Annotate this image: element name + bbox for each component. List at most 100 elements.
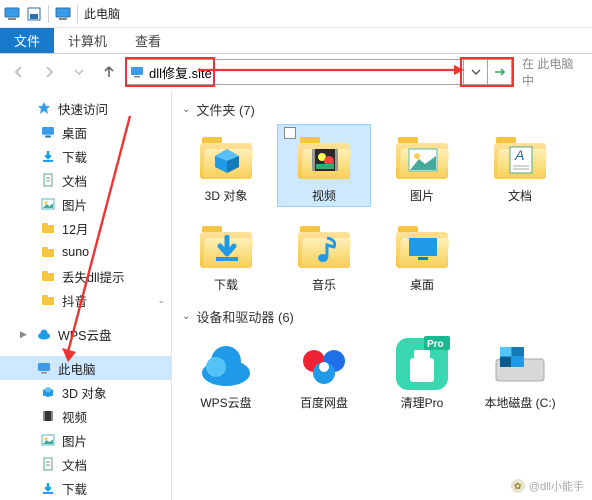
nav-forward-button[interactable] <box>36 59 62 85</box>
folder-item-document[interactable]: A 文档 <box>474 125 566 206</box>
drive-item-disk[interactable]: 本地磁盘 (C:) <box>474 332 566 413</box>
sidebar-item-label: 抖音 <box>62 291 87 310</box>
address-input[interactable] <box>147 60 463 84</box>
group-label: 文件夹 (7) <box>196 100 255 119</box>
sidebar-item-label: 下载 <box>62 479 87 498</box>
item-label: 下载 <box>182 276 270 293</box>
sidebar-item-suno[interactable]: suno <box>0 240 171 264</box>
window-title: 此电脑 <box>84 5 120 22</box>
sidebar-item-label: 12月 <box>62 219 88 238</box>
svg-text:A: A <box>514 147 524 163</box>
folder-icon <box>40 244 56 260</box>
star-icon <box>36 100 52 116</box>
sidebar-quick-access[interactable]: 快速访问 <box>0 96 171 120</box>
pc-icon <box>127 65 147 79</box>
sidebar-item-label: 文档 <box>62 171 87 190</box>
tab-file[interactable]: 文件 <box>0 28 54 53</box>
item-label: 桌面 <box>378 276 466 293</box>
watermark: ✿ @dll小能手 <box>511 478 584 494</box>
item-label: 图片 <box>378 187 466 204</box>
folder-item-download[interactable]: 下载 <box>180 214 272 295</box>
sidebar-item-图片[interactable]: 图片 <box>0 192 171 216</box>
sidebar-item-label: 此电脑 <box>58 359 96 378</box>
folder-icon <box>40 268 56 284</box>
item-label: 音乐 <box>280 276 368 293</box>
sidebar-item-3D 对象[interactable]: 3D 对象 <box>0 380 171 404</box>
desktop-icon <box>40 124 56 140</box>
sidebar-item-文档[interactable]: 文档 <box>0 452 171 476</box>
sidebar-item-label: 丢失dll提示 <box>62 267 125 286</box>
group-header-drives[interactable]: ⌄ 设备和驱动器 (6) <box>182 307 584 326</box>
nav-history-dropdown[interactable] <box>66 59 92 85</box>
tab-view[interactable]: 查看 <box>121 28 175 53</box>
sidebar-item-图片[interactable]: 图片 <box>0 428 171 452</box>
sidebar-item-桌面[interactable]: 桌面 <box>0 120 171 144</box>
sidebar-item-label: 3D 对象 <box>62 383 106 402</box>
pc-icon <box>4 6 20 22</box>
item-label: 清理Pro <box>378 394 466 411</box>
item-label: 文档 <box>476 187 564 204</box>
sidebar-item-丢失dll提示[interactable]: 丢失dll提示 <box>0 264 171 288</box>
sidebar-item-下载[interactable]: 下载 <box>0 476 171 500</box>
sidebar-item-label: 图片 <box>62 195 87 214</box>
folder-item-music[interactable]: 音乐 <box>278 214 370 295</box>
sidebar-wps[interactable]: ▶ WPS云盘 <box>0 322 171 346</box>
address-dropdown-button[interactable] <box>463 60 487 84</box>
nav-back-button[interactable] <box>6 59 32 85</box>
window-titlebar: 此电脑 <box>0 0 592 28</box>
picture-folder-icon <box>392 129 452 185</box>
chevron-down-icon: ⌄ <box>182 104 190 115</box>
disk-icon <box>490 336 550 392</box>
folder-icon <box>40 292 56 308</box>
sidebar-item-label: 下载 <box>62 147 87 166</box>
sidebar-item-label: 文档 <box>62 455 87 474</box>
save-icon[interactable] <box>26 6 42 22</box>
document-folder-icon: A <box>490 129 550 185</box>
wps-icon <box>196 336 256 392</box>
document-icon <box>40 456 56 472</box>
folder-item-3d[interactable]: 3D 对象 <box>180 125 272 206</box>
video-folder-icon <box>294 129 354 185</box>
group-header-folders[interactable]: ⌄ 文件夹 (7) <box>182 100 584 119</box>
search-placeholder[interactable]: 在 此电脑 中 <box>516 55 586 89</box>
sidebar-item-下载[interactable]: 下载 <box>0 144 171 168</box>
ribbon: 文件 计算机 查看 <box>0 28 592 54</box>
pc-icon-small <box>55 6 71 22</box>
watermark-logo-icon: ✿ <box>511 479 525 493</box>
group-label: 设备和驱动器 (6) <box>196 307 294 326</box>
sidebar-item-文档[interactable]: 文档 <box>0 168 171 192</box>
item-label: WPS云盘 <box>182 394 270 411</box>
drive-item-cleaner[interactable]: Pro清理Pro <box>376 332 468 413</box>
folder-item-desktop[interactable]: 桌面 <box>376 214 468 295</box>
sidebar-item-label: 图片 <box>62 431 87 450</box>
cloud-icon <box>36 326 52 342</box>
item-label: 本地磁盘 (C:) <box>476 394 564 411</box>
folder-icon <box>40 220 56 236</box>
address-go-button[interactable] <box>487 60 511 84</box>
address-bar[interactable] <box>126 59 512 85</box>
drive-item-baidu[interactable]: 百度网盘 <box>278 332 370 413</box>
sidebar-item-label: 桌面 <box>62 123 87 142</box>
sidebar-item-12月[interactable]: 12月 <box>0 216 171 240</box>
checkbox[interactable] <box>284 127 296 139</box>
sidebar-item-label: 快速访问 <box>58 99 108 118</box>
3d-folder-icon <box>196 129 256 185</box>
download-icon <box>40 148 56 164</box>
sidebar-item-视频[interactable]: 视频 <box>0 404 171 428</box>
separator <box>77 5 78 23</box>
nav-up-button[interactable] <box>96 59 122 85</box>
picture-icon <box>40 196 56 212</box>
sidebar-this-pc[interactable]: 此电脑 <box>0 356 171 380</box>
3d-icon <box>40 384 56 400</box>
baidu-icon <box>294 336 354 392</box>
drive-item-wps[interactable]: WPS云盘 <box>180 332 272 413</box>
sidebar-item-抖音[interactable]: 抖音⌄ <box>0 288 171 312</box>
tab-computer[interactable]: 计算机 <box>54 28 121 53</box>
folder-item-picture[interactable]: 图片 <box>376 125 468 206</box>
music-folder-icon <box>294 218 354 274</box>
chevron-down-icon: ⌄ <box>182 311 190 322</box>
video-icon <box>40 408 56 424</box>
content-pane: ⌄ 文件夹 (7) 3D 对象视频图片 A 文档下载音乐桌面 ⌄ 设备和驱动器 (6… <box>172 90 592 500</box>
caret-right-icon: ▶ <box>20 329 30 340</box>
folder-item-video[interactable]: 视频 <box>278 125 370 206</box>
